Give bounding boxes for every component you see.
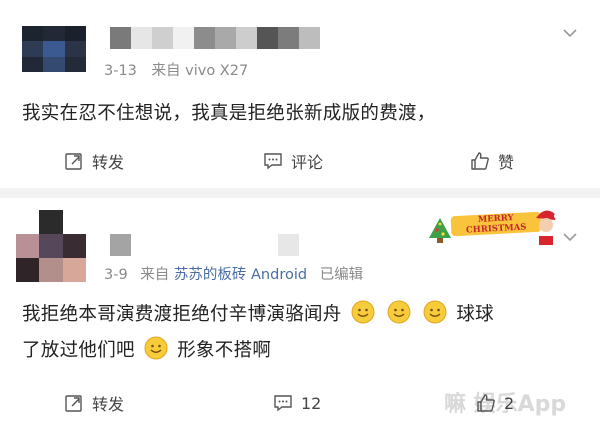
comment-icon [264, 153, 282, 170]
like-icon [477, 394, 495, 412]
christmas-banner: MERRY CHRISTMAS [450, 211, 542, 237]
source-device[interactable]: vivo X27 [185, 63, 248, 79]
source-prefix: 来自 [140, 267, 170, 283]
christmas-badge: MERRY CHRISTMAS [427, 206, 562, 248]
comment-text-line-1: 我拒绝本哥演费渡拒绝付辛博演骆闻舟 球球 [22, 300, 494, 326]
repost-button[interactable]: 转发 [64, 383, 124, 423]
comment-date: 3-13 [104, 63, 137, 79]
repost-button[interactable]: 转发 [64, 141, 124, 181]
smile-emoji-icon [351, 300, 375, 324]
comment-date: 3-9 [104, 267, 128, 283]
repost-label: 转发 [92, 153, 125, 172]
chevron-down-icon[interactable] [562, 231, 578, 243]
username-blurred[interactable] [110, 27, 320, 49]
like-button[interactable]: 2 [476, 383, 514, 423]
repost-icon [65, 395, 82, 412]
smile-emoji-icon [144, 336, 168, 360]
santa-icon [536, 210, 560, 245]
source-device[interactable]: 苏苏的板砖 Android [174, 267, 307, 283]
comment-label: 评论 [291, 153, 324, 172]
comment-text-part: 形象不搭啊 [177, 340, 272, 361]
christmas-tree-icon [429, 218, 451, 243]
comment-icon [274, 395, 292, 412]
comment-text-line-2: 了放过他们吧 形象不搭啊 [22, 336, 271, 362]
comment-button[interactable]: 12 [273, 383, 321, 423]
smile-emoji-icon [387, 300, 411, 324]
action-bar: 转发 12 2 [0, 383, 600, 423]
chevron-down-icon[interactable] [562, 27, 578, 39]
username-blurred[interactable] [110, 234, 299, 256]
comment-text-part: 我拒绝本哥演费渡拒绝付辛博演骆闻舟 [22, 304, 342, 325]
like-icon [471, 152, 489, 170]
comment-button[interactable]: 评论 [263, 141, 323, 181]
comment-count: 12 [301, 393, 322, 413]
repost-icon [65, 153, 82, 170]
comment-meta: 3-13 来自 vivo X27 [104, 59, 248, 80]
avatar[interactable] [16, 210, 86, 282]
comment-card-2: MERRY CHRISTMAS 3-9 来自 苏苏的板砖 Android 已编辑… [0, 198, 600, 437]
source-prefix: 来自 [151, 63, 181, 79]
comment-text: 我实在忍不住想说，我真是拒绝张新成版的费渡， [22, 103, 436, 124]
like-button[interactable]: 赞 [470, 141, 514, 181]
comment-text-part: 了放过他们吧 [22, 340, 135, 361]
like-count: 2 [504, 393, 515, 413]
like-label: 赞 [498, 153, 515, 172]
comment-card-1: 3-13 来自 vivo X27 我实在忍不住想说，我真是拒绝张新成版的费渡， … [0, 0, 600, 188]
comment-meta: 3-9 来自 苏苏的板砖 Android 已编辑 [104, 263, 363, 284]
repost-label: 转发 [92, 395, 125, 414]
comment-text-part: 球球 [456, 304, 494, 325]
avatar[interactable] [22, 26, 86, 72]
smile-emoji-icon [423, 300, 447, 324]
action-bar: 转发 评论 赞 [0, 141, 600, 181]
edited-tag: 已编辑 [319, 267, 364, 283]
